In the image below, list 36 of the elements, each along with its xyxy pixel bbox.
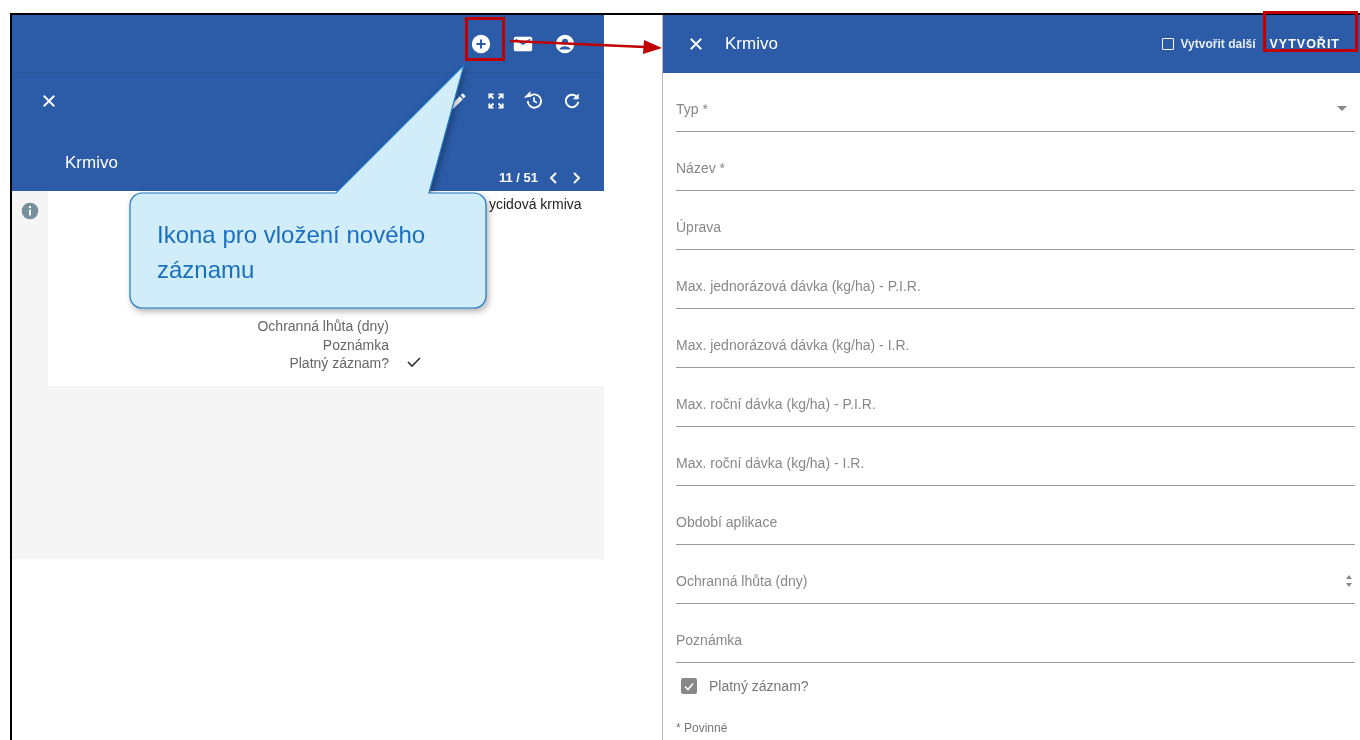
close-icon[interactable] [687,35,705,53]
input-field[interactable]: Název * [676,149,1355,191]
checkbox-label[interactable]: Platný záznam? [709,678,809,694]
input-field[interactable]: Období aplikace [676,503,1355,545]
input-field[interactable]: Úprava [676,208,1355,250]
detail-label: Poznámka [321,335,389,354]
select-field[interactable]: Typ * [676,90,1355,132]
create-another-checkbox[interactable]: Vytvořit další [1161,37,1256,51]
dropdown-caret-icon[interactable] [1337,105,1347,112]
history-icon[interactable] [524,91,544,111]
add-icon[interactable] [470,32,492,55]
input-field[interactable]: Max. jednorázová dávka (kg/ha) - P.I.R. [676,267,1355,309]
fullscreen-icon[interactable] [486,91,506,111]
input-field[interactable]: Poznámka [676,621,1355,663]
input-field[interactable]: Max. roční dávka (kg/ha) - I.R. [676,444,1355,486]
info-icon [20,201,40,221]
chevron-left-icon[interactable] [548,170,560,185]
input-field[interactable]: Max. jednorázová dávka (kg/ha) - I.R. [676,326,1355,368]
check-icon [684,681,694,691]
detail-value: ycidová krmiva [489,196,582,212]
refresh-icon[interactable] [562,91,582,111]
callout-text: Ikona pro vložení nového záznamu [157,220,427,285]
detail-label: Ochranná lhůta (dny) [256,317,389,336]
account-icon[interactable] [554,32,576,55]
detail-label: Platný záznam? [288,354,389,373]
chevron-right-icon[interactable] [570,170,582,185]
panel-title: Krmivo [65,153,118,173]
checkbox[interactable] [681,678,697,694]
create-button[interactable]: VYTVOŘIT [1255,27,1354,61]
record-counter: 11 / 51 [498,170,538,185]
highlight-frame [465,17,505,61]
input-field[interactable]: Max. roční dávka (kg/ha) - P.I.R. [676,385,1355,427]
required-note: * Povinné [676,721,729,735]
close-icon[interactable] [40,92,58,110]
number-field[interactable]: Ochranná lhůta (dny) [676,562,1355,604]
form-title: Krmivo [725,34,779,54]
